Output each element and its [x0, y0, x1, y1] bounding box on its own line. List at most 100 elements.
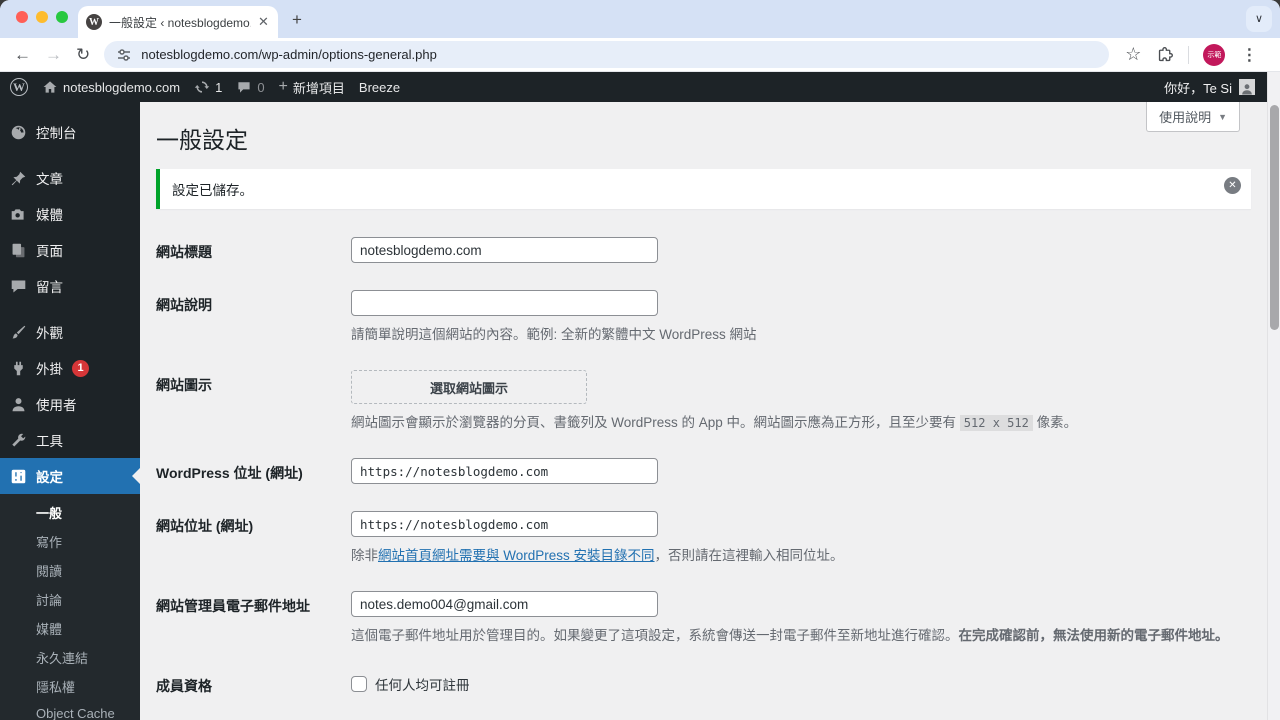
breeze-label: Breeze	[358, 79, 401, 95]
sidebar-item-dashboard[interactable]: 控制台	[0, 114, 140, 150]
comment-bubble-icon	[11, 280, 26, 292]
close-window-button[interactable]	[16, 11, 28, 23]
scrollbar-thumb[interactable]	[1270, 105, 1279, 330]
browser-window: W 一般設定 ‹ notesblogdemo.co ✕ + ∨ ← → ↻ no…	[0, 0, 1280, 720]
admin-email-help: 這個電子郵件地址用於管理目的。如果變更了這項設定，系統會傳送一封電子郵件至新地址…	[351, 624, 1247, 644]
browser-toolbar: ← → ↻ notesblogdemo.com/wp-admin/options…	[0, 38, 1280, 72]
submenu-item-general[interactable]: 一般	[0, 498, 140, 527]
tab-search-button[interactable]: ∨	[1246, 6, 1272, 32]
reload-icon[interactable]: ↻	[76, 45, 90, 65]
comments-icon	[238, 82, 250, 93]
wp-sidebar: 控制台 文章 媒體 頁面 留言 外觀 外掛 1 使用者 工具 設定 一般 寫作 …	[0, 102, 140, 720]
sidebar-item-label: 工具	[36, 434, 63, 449]
tagline-help: 請簡單說明這個網站的內容。範例: 全新的繁體中文 WordPress 網站	[351, 327, 757, 342]
membership-row: 成員資格 任何人均可註冊	[156, 671, 1247, 696]
submenu-item-privacy[interactable]: 隱私權	[0, 672, 140, 701]
chevron-down-icon: ▼	[1218, 111, 1227, 122]
url-text[interactable]: notesblogdemo.com/wp-admin/options-gener…	[141, 47, 437, 62]
dismiss-notice-icon[interactable]: ✕	[1224, 177, 1241, 194]
site-icon-label: 網站圖示	[156, 377, 212, 393]
browser-menu-kebab-icon[interactable]: ⋮	[1241, 45, 1257, 65]
membership-checkbox-label[interactable]: 任何人均可註冊	[375, 674, 470, 694]
paintbrush-icon	[12, 325, 26, 338]
site-url-help: 除非網站首頁網址需要與 WordPress 安裝目錄不同，否則請在這裡輸入相同位…	[351, 544, 1247, 564]
membership-checkbox[interactable]	[351, 676, 367, 692]
notice-text: 設定已儲存。	[172, 183, 253, 198]
site-title-row: 網站標題	[156, 237, 1247, 263]
site-url-input[interactable]	[351, 511, 658, 537]
admin-email-help-text: 這個電子郵件地址用於管理目的。如果變更了這項設定，系統會傳送一封電子郵件至新地址…	[351, 628, 959, 643]
tab-close-icon[interactable]: ✕	[258, 14, 269, 30]
admin-email-label: 網站管理員電子郵件地址	[156, 598, 310, 614]
browser-tab[interactable]: W 一般設定 ‹ notesblogdemo.co ✕	[78, 6, 278, 38]
wordpress-url-label: WordPress 位址 (網址)	[156, 465, 303, 481]
sidebar-item-pages[interactable]: 頁面	[0, 232, 140, 268]
url-bar[interactable]: notesblogdemo.com/wp-admin/options-gener…	[104, 41, 1110, 68]
adminbar-new-item[interactable]: + 新增項目	[279, 78, 345, 97]
plugins-update-badge: 1	[72, 359, 89, 377]
wordpress-logo-icon[interactable]: W	[10, 78, 28, 96]
sidebar-item-label: 使用者	[36, 398, 77, 413]
sidebar-item-settings[interactable]: 設定	[0, 458, 140, 494]
submenu-item-reading[interactable]: 閱讀	[0, 556, 140, 585]
pages-icon	[12, 243, 25, 257]
tagline-row: 網站說明 請簡單說明這個網站的內容。範例: 全新的繁體中文 WordPress …	[156, 290, 1247, 343]
adminbar-comments[interactable]: 0	[236, 79, 265, 95]
settings-saved-notice: 設定已儲存。 ✕	[156, 169, 1251, 209]
sidebar-item-appearance[interactable]: 外觀	[0, 314, 140, 350]
site-title-input[interactable]	[351, 237, 658, 263]
sidebar-item-media[interactable]: 媒體	[0, 196, 140, 232]
plus-icon: +	[278, 78, 288, 95]
user-avatar	[1239, 79, 1255, 95]
adminbar-account[interactable]: 你好，Te Si	[1164, 78, 1255, 97]
sidebar-item-users[interactable]: 使用者	[0, 386, 140, 422]
forward-icon[interactable]: →	[45, 45, 62, 65]
sidebar-item-comments[interactable]: 留言	[0, 268, 140, 304]
page-scrollbar[interactable]	[1267, 72, 1280, 720]
extensions-icon[interactable]	[1157, 46, 1174, 63]
bookmark-star-icon[interactable]: ☆	[1125, 44, 1141, 65]
site-url-help-link[interactable]: 網站首頁網址需要與 WordPress 安裝目錄不同	[378, 548, 655, 563]
help-button[interactable]: 使用說明 ▼	[1146, 102, 1240, 132]
submenu-item-writing[interactable]: 寫作	[0, 527, 140, 556]
sidebar-item-tools[interactable]: 工具	[0, 422, 140, 458]
submenu-item-discussion[interactable]: 討論	[0, 585, 140, 614]
choose-site-icon-button[interactable]: 選取網站圖示	[351, 370, 587, 404]
back-icon[interactable]: ←	[14, 45, 31, 65]
adminbar-greeting: 你好，Te Si	[1164, 80, 1232, 96]
tagline-input[interactable]	[351, 290, 658, 316]
site-icon-help: 網站圖示會顯示於瀏覽器的分頁、書籤列及 WordPress 的 App 中。網站…	[351, 411, 1247, 431]
adminbar-updates[interactable]: 1	[194, 79, 222, 95]
tab-strip: W 一般設定 ‹ notesblogdemo.co ✕ + ∨	[0, 0, 1280, 38]
site-icon-row: 網站圖示 選取網站圖示 網站圖示會顯示於瀏覽器的分頁、書籤列及 WordPres…	[156, 370, 1247, 431]
sidebar-item-label: 文章	[36, 172, 63, 187]
general-settings-form: 網站標題 網站說明 請簡單說明這個網站的內容。範例: 全新的繁體中文 WordP…	[140, 209, 1267, 720]
adminbar-site-name: notesblogdemo.com	[63, 79, 181, 95]
wordpress-url-input[interactable]	[351, 458, 658, 484]
page-title: 一般設定	[156, 127, 248, 153]
sidebar-item-plugins[interactable]: 外掛 1	[0, 350, 140, 386]
maximize-window-button[interactable]	[56, 11, 68, 23]
profile-avatar[interactable]: 示範	[1203, 43, 1226, 66]
icon-size-code: 512 x 512	[959, 415, 1033, 431]
sidebar-item-posts[interactable]: 文章	[0, 160, 140, 196]
new-tab-button[interactable]: +	[292, 10, 302, 30]
wordpress-favicon-icon: W	[86, 14, 102, 30]
minimize-window-button[interactable]	[36, 11, 48, 23]
site-settings-tune-icon[interactable]	[116, 47, 132, 63]
adminbar-site-link[interactable]: notesblogdemo.com	[42, 79, 180, 95]
wrench-icon	[12, 433, 26, 446]
adminbar-breeze[interactable]: Breeze	[359, 80, 400, 95]
sidebar-item-label: 媒體	[36, 208, 63, 223]
tab-title: 一般設定 ‹ notesblogdemo.co	[109, 15, 251, 30]
submenu-item-object-cache[interactable]: Object Cache	[0, 701, 140, 720]
admin-email-input[interactable]	[351, 591, 658, 617]
camera-icon	[11, 208, 24, 220]
active-menu-arrow	[132, 468, 140, 484]
dashboard-icon	[11, 125, 26, 139]
wp-admin-bar: W notesblogdemo.com 1 0 + 新增項目 Breeze 你好…	[0, 72, 1267, 102]
submenu-item-permalinks[interactable]: 永久連結	[0, 643, 140, 672]
site-url-help-prefix: 除非	[351, 548, 378, 563]
submenu-item-media[interactable]: 媒體	[0, 614, 140, 643]
membership-label: 成員資格	[156, 678, 212, 694]
